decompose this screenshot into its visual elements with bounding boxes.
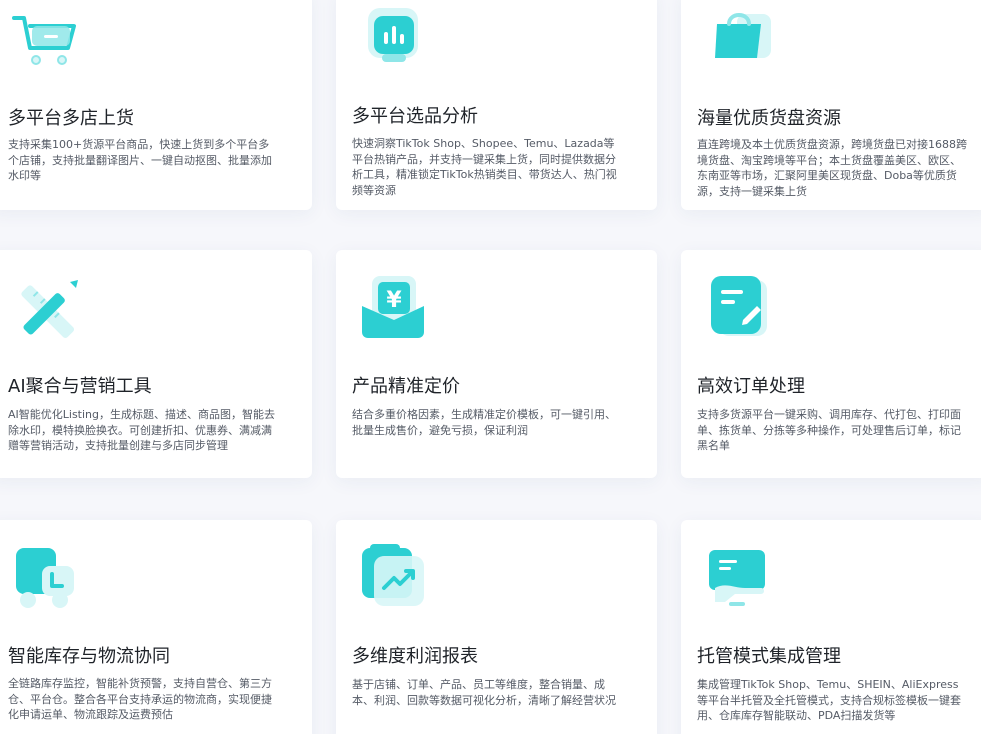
feature-title: 高效订单处理 xyxy=(697,376,805,397)
feature-card-managed-mode[interactable]: 托管模式集成管理 集成管理TikTok Shop、Temu、SHEIN、AliE… xyxy=(681,520,981,734)
feature-title: 托管模式集成管理 xyxy=(697,646,841,667)
feature-title: 多平台选品分析 xyxy=(352,106,478,127)
monitor-hand-icon xyxy=(709,550,765,606)
yen-price-icon: ¥ xyxy=(362,276,424,338)
feature-card-ai-marketing-tools[interactable]: AI聚合与营销工具 AI智能优化Listing，生成标题、描述、商品图，智能去除… xyxy=(0,250,312,478)
feature-description: 快速洞察TikTok Shop、Shopee、Temu、Lazada等平台热销产… xyxy=(352,137,617,197)
feature-title: 多平台多店上货 xyxy=(8,108,134,129)
ruler-pencil-icon xyxy=(21,280,78,339)
feature-description: 基于店铺、订单、产品、员工等维度，整合销量、成本、利润、回款等数据可视化分析，清… xyxy=(352,678,616,707)
feature-description: 支持采集100+货源平台商品，快速上货到多个平台多个店铺，支持批量翻译图片、一键… xyxy=(8,138,272,182)
feature-card-order-processing[interactable]: 高效订单处理 支持多货源平台一键采购、调用库存、代打包、打印面单、拣货单、分拣等… xyxy=(681,250,981,478)
feature-description: 结合多重价格因素，生成精准定价模板，可一键引用、批量生成售价，避免亏损，保证利润 xyxy=(352,408,616,437)
feature-card-product-selection[interactable]: 多平台选品分析 快速洞察TikTok Shop、Shopee、Temu、Laza… xyxy=(336,0,657,210)
feature-title: AI聚合与营销工具 xyxy=(8,376,152,397)
bar-chart-icon xyxy=(368,8,418,62)
features-grid: 多平台多店上货 支持采集100+货源平台商品，快速上货到多个平台多个店铺，支持批… xyxy=(0,0,981,734)
delivery-truck-icon xyxy=(16,548,74,608)
feature-title: 海量优质货盘资源 xyxy=(697,108,841,129)
feature-card-supply-resources[interactable]: 海量优质货盘资源 直连跨境及本土优质货盘资源，跨境货盘已对接1688跨境货盘、淘… xyxy=(681,0,981,210)
svg-text:¥: ¥ xyxy=(386,288,402,313)
feature-title: 多维度利润报表 xyxy=(352,646,478,667)
feature-card-multi-store-listing[interactable]: 多平台多店上货 支持采集100+货源平台商品，快速上货到多个平台多个店铺，支持批… xyxy=(0,0,312,210)
feature-title: 智能库存与物流协同 xyxy=(8,646,170,667)
feature-description: 支持多货源平台一键采购、调用库存、代打包、打印面单、拣货单、分拣等多种操作，可处… xyxy=(697,408,961,452)
feature-description: 直连跨境及本土优质货盘资源，跨境货盘已对接1688跨境货盘、淘宝跨境等平台；本土… xyxy=(697,138,967,198)
order-edit-icon xyxy=(711,276,767,336)
feature-card-profit-report[interactable]: 多维度利润报表 基于店铺、订单、产品、员工等维度，整合销量、成本、利润、回款等数… xyxy=(336,520,657,734)
feature-title: 产品精准定价 xyxy=(352,376,460,397)
trend-report-icon xyxy=(362,544,424,606)
shopping-bag-icon xyxy=(715,13,771,58)
shopping-cart-icon xyxy=(12,16,76,65)
feature-description: 全链路库存监控，智能补货预警，支持自营仓、第三方仓、平台仓。整合各平台支持承运的… xyxy=(8,677,272,721)
feature-description: 集成管理TikTok Shop、Temu、SHEIN、AliExpress等平台… xyxy=(697,678,961,722)
feature-card-precise-pricing[interactable]: ¥ 产品精准定价 结合多重价格因素，生成精准定价模板，可一键引用、批量生成售价，… xyxy=(336,250,657,478)
feature-card-inventory-logistics[interactable]: 智能库存与物流协同 全链路库存监控，智能补货预警，支持自营仓、第三方仓、平台仓。… xyxy=(0,520,312,734)
feature-description: AI智能优化Listing，生成标题、描述、商品图，智能去除水印，模特换脸换衣。… xyxy=(8,408,276,452)
